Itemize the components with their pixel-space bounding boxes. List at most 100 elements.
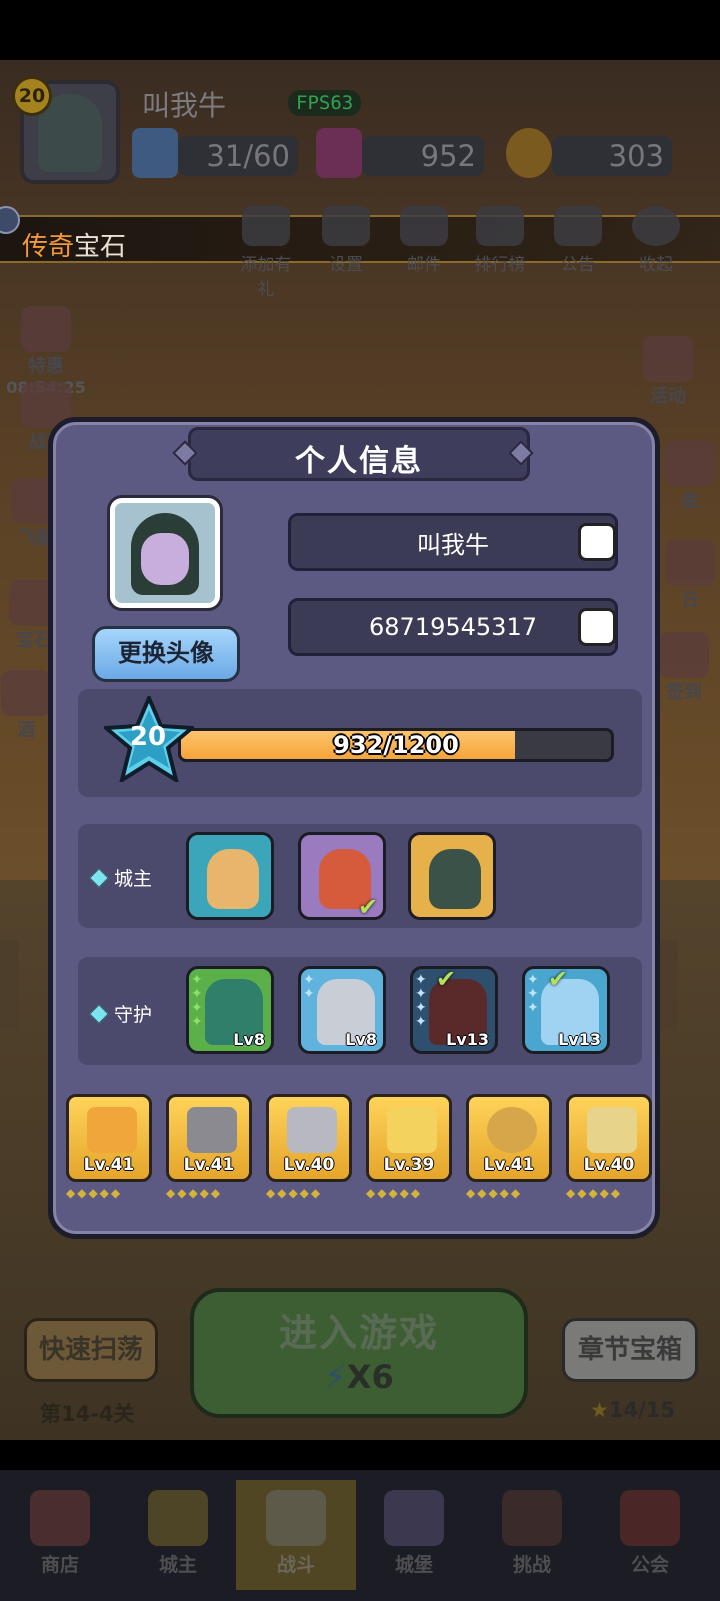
modal-title: 个人信息 bbox=[295, 444, 423, 479]
equip-crown[interactable]: Lv.41 bbox=[66, 1094, 152, 1182]
demon-icon bbox=[502, 1490, 562, 1546]
equip-armor[interactable]: Lv.41 bbox=[166, 1094, 252, 1182]
equip-level: Lv.39 bbox=[383, 1155, 435, 1175]
lord-hero-3[interactable] bbox=[408, 832, 496, 920]
side-activity[interactable]: 活动 bbox=[628, 336, 708, 416]
amulet-icon bbox=[587, 1107, 637, 1153]
guard-unit-1[interactable]: ✦ ✦ ✦ ✦ Lv8 bbox=[186, 966, 274, 1054]
hero-face bbox=[429, 849, 481, 909]
guard-unit-2[interactable]: ✦ ✦ Lv8 bbox=[298, 966, 386, 1054]
shop-stall-icon bbox=[30, 1490, 90, 1546]
tab-challenge[interactable]: 挑战 bbox=[472, 1480, 592, 1590]
equip-gem-slots: ◆◆◆◆◆ bbox=[66, 1186, 123, 1200]
equip-level: Lv.41 bbox=[83, 1155, 135, 1175]
menu-settings-label: 设置 bbox=[329, 255, 363, 275]
tab-shop-label: 商店 bbox=[40, 1554, 79, 1576]
quick-sweep-button[interactable]: 快速扫荡 bbox=[24, 1318, 158, 1382]
menu-notice-label: 公告 bbox=[561, 255, 595, 275]
lord-label-text: 城主 bbox=[114, 868, 153, 890]
menu-settings[interactable]: 设置 bbox=[314, 206, 378, 275]
banner-title-highlight: 传奇 bbox=[22, 232, 75, 262]
crown-icon bbox=[148, 1490, 208, 1546]
energy-counter: 31/60 bbox=[178, 136, 298, 176]
coin-counter: 303 bbox=[552, 136, 672, 176]
megaphone-icon bbox=[554, 206, 602, 246]
armor-icon bbox=[187, 1107, 237, 1153]
player-name: 叫我牛 bbox=[142, 89, 227, 122]
menu-gift[interactable]: 添加有礼 bbox=[234, 206, 298, 300]
equip-gem-slots: ◆◆◆◆◆ bbox=[166, 1186, 223, 1200]
ranking-icon bbox=[476, 206, 524, 246]
guard-label-text: 守护 bbox=[114, 1004, 153, 1026]
equip-level: Lv.40 bbox=[583, 1155, 635, 1175]
castle-icon bbox=[384, 1490, 444, 1546]
guard-level: Lv13 bbox=[558, 1030, 601, 1049]
name-field: 叫我牛 bbox=[288, 513, 618, 571]
fps-counter: FPS63 bbox=[288, 90, 362, 116]
energy-icon[interactable] bbox=[132, 128, 178, 178]
equip-gem-slots: ◆◆◆◆◆ bbox=[466, 1186, 523, 1200]
equip-level: Lv.41 bbox=[183, 1155, 235, 1175]
tab-lord-label: 城主 bbox=[158, 1554, 197, 1576]
calendar-icon bbox=[659, 632, 709, 678]
diamond-bullet-icon bbox=[89, 1003, 109, 1024]
banner-title-rest: 宝石 bbox=[74, 232, 127, 262]
tab-guild[interactable]: 公会 bbox=[590, 1480, 710, 1590]
crown-icon bbox=[87, 1107, 137, 1153]
side-activity-label: 活动 bbox=[650, 386, 686, 407]
equip-amulet[interactable]: Lv.40 bbox=[566, 1094, 652, 1182]
guard-level: Lv13 bbox=[446, 1030, 489, 1049]
menu-mail[interactable]: 邮件 bbox=[392, 206, 456, 275]
tab-battle[interactable]: 战斗 bbox=[236, 1480, 356, 1590]
staff-icon bbox=[387, 1107, 437, 1153]
xp-text: 932/1200 bbox=[333, 731, 459, 759]
equip-ring[interactable]: Lv.41 bbox=[466, 1094, 552, 1182]
gem-icon[interactable] bbox=[316, 128, 362, 178]
equip-boots[interactable]: Lv.40 bbox=[266, 1094, 352, 1182]
shop-icon bbox=[21, 306, 71, 352]
equip-staff[interactable]: Lv.39 bbox=[366, 1094, 452, 1182]
lord-hero-1[interactable] bbox=[186, 832, 274, 920]
id-value: 68719545317 bbox=[369, 613, 537, 641]
menu-ranking[interactable]: 排行榜 bbox=[468, 206, 532, 275]
tab-castle[interactable]: 城堡 bbox=[354, 1480, 474, 1590]
side-fund-label: 金 bbox=[681, 490, 699, 511]
equip-gem-slots: ◆◆◆◆◆ bbox=[366, 1186, 423, 1200]
tab-shop[interactable]: 商店 bbox=[0, 1480, 120, 1590]
menu-collapse[interactable]: 收起 bbox=[624, 206, 688, 275]
equip-gem-slots: ◆◆◆◆◆ bbox=[566, 1186, 623, 1200]
name-value: 叫我牛 bbox=[417, 530, 489, 559]
guard-row-label: 守护 bbox=[89, 1000, 153, 1027]
tab-lord[interactable]: 城主 bbox=[118, 1480, 238, 1590]
tavern-icon bbox=[1, 670, 51, 716]
green-stars-icon: ✦ ✦ ✦ ✦ bbox=[191, 972, 203, 1030]
enter-game-label: 进入游戏 bbox=[278, 1311, 439, 1355]
copy-icon[interactable] bbox=[578, 608, 616, 646]
gift-icon bbox=[242, 206, 290, 246]
hero-face bbox=[207, 849, 259, 909]
menu-notice[interactable]: 公告 bbox=[546, 206, 610, 275]
edit-icon[interactable] bbox=[578, 523, 616, 561]
banner-title: 传奇宝石 bbox=[22, 226, 126, 263]
equip-gem-slots: ◆◆◆◆◆ bbox=[266, 1186, 323, 1200]
menu-ranking-label: 排行榜 bbox=[474, 255, 526, 275]
gift-box-icon bbox=[643, 336, 693, 382]
player-level-badge: 20 bbox=[12, 76, 52, 116]
side-fund[interactable]: 金 bbox=[650, 440, 720, 520]
chest-progress-value: 14/15 bbox=[608, 1398, 675, 1422]
side-daily[interactable]: 日 bbox=[650, 540, 720, 620]
mail-icon bbox=[400, 206, 448, 246]
chapter-chest-button[interactable]: 章节宝箱 bbox=[562, 1318, 698, 1382]
side-daily-label: 日 bbox=[681, 590, 699, 611]
tab-castle-label: 城堡 bbox=[394, 1554, 433, 1576]
menu-gift-label: 添加有礼 bbox=[240, 255, 292, 300]
side-special-label: 特惠 bbox=[28, 356, 64, 377]
side-special-offer[interactable]: 特惠08:54:25 bbox=[6, 306, 86, 397]
guard-level: Lv8 bbox=[233, 1030, 265, 1049]
crossed-swords-icon bbox=[266, 1490, 326, 1546]
coin-icon[interactable] bbox=[506, 128, 552, 178]
change-avatar-button[interactable]: 更换头像 bbox=[92, 626, 240, 682]
selected-check-icon: ✔ bbox=[358, 893, 379, 921]
selected-check-icon: ✔ bbox=[436, 965, 457, 993]
boots-icon bbox=[287, 1107, 337, 1153]
